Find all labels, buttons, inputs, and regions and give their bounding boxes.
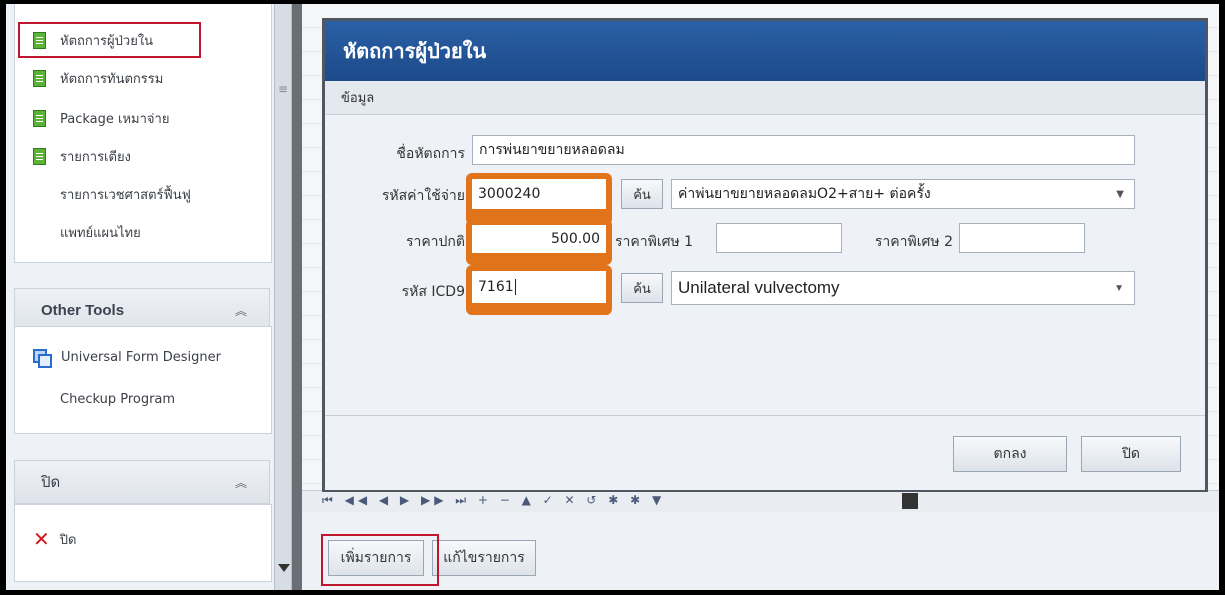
collapse-icon[interactable]: ︽ [235,474,247,491]
sidebar-item-label: Package เหมาจ่าย [60,111,170,127]
expense-select[interactable]: ค่าพ่นยาขยายหลอดลมO2+สาย+ ต่อครั้ง ▼ [671,179,1135,209]
sidebar-item-package[interactable]: Package เหมาจ่าย [33,106,169,130]
dropdown-arrow-icon[interactable]: ▼ [1114,283,1124,294]
dialog-body: ชื่อหัตถการ การพ่นยาขยายหลอดลม รหัสค่าใช… [325,115,1205,415]
app-window: หัตถการผู้ป่วยใน หัตถการทันตกรรม Package… [6,4,1219,590]
sidebar-item-beds[interactable]: รายการเตียง [33,144,131,168]
special-price-1-input[interactable] [716,223,842,253]
close-panel-title: ปิด [41,474,61,491]
other-tools-title: Other Tools [41,301,125,319]
icd9-highlight: 7161 [466,265,612,315]
expense-code-input[interactable]: 3000240 [472,179,606,209]
document-icon [33,147,46,165]
sidebar-item-thai-medicine[interactable]: แพทย์แผนไทย [60,220,141,244]
sidebar-item-label: รายการเวชศาสตร์ฟื้นฟู [60,187,191,203]
procedure-dialog: หัตถการผู้ป่วยใน ข้อมูล ชื่อหัตถการ การพ… [322,18,1208,492]
close-panel: ✕ ปิด [14,504,272,582]
arrow-down-icon[interactable] [278,564,290,572]
icd9-input[interactable]: 7161 [472,271,606,303]
grid-navigator[interactable]: ⏮ ◀◀ ◀ ▶ ▶▶ ⏭ + − ▲ ✓ ✕ ↺ ✱ ✱ ▼ [302,490,1219,513]
expense-code-label: รหัสค่าใช้จ่าย [381,188,465,204]
icd9-select[interactable]: Unilateral vulvectomy ▼ [671,271,1135,305]
dialog-title: หัตถการผู้ป่วยใน [325,21,1205,81]
add-button-highlight [321,534,439,586]
close-panel-header[interactable]: ปิด ︽ [14,460,270,504]
normal-price-label: ราคาปกติ [405,234,465,250]
sidebar-item-label: รายการเตียง [60,149,131,165]
scroll-thumb[interactable] [902,493,918,509]
close-icon: ✕ [33,527,50,551]
sidebar-item-close[interactable]: ✕ ปิด [33,527,76,551]
sidebar: หัตถการผู้ป่วยใน หัตถการทันตกรรม Package… [6,4,274,590]
splitter[interactable]: ≡ [274,4,292,590]
special-price-1-label: ราคาพิเศษ 1 [615,234,694,250]
sidebar-item-universal-form-designer[interactable]: Universal Form Designer [33,345,221,369]
sidebar-item-label: หัตถการทันตกรรม [60,71,164,87]
bottom-toolbar: เพิ่มรายการ แก้ไขรายการ [302,512,1219,590]
grip-icon: ≡ [278,82,289,96]
navigator-buttons[interactable]: ⏮ ◀◀ ◀ ▶ ▶▶ ⏭ + − ▲ ✓ ✕ ↺ ✱ ✱ ▼ [322,493,665,508]
expense-search-button[interactable]: ค้น [621,179,663,209]
sidebar-item-checkup-program[interactable]: Checkup Program [60,387,175,411]
sidebar-item-rehab[interactable]: รายการเวชศาสตร์ฟื้นฟู [60,182,191,206]
dropdown-arrow-icon[interactable]: ▼ [1116,189,1124,200]
sidebar-item-label: แพทย์แผนไทย [60,225,141,241]
edit-item-button[interactable]: แก้ไขรายการ [432,540,536,576]
other-tools-panel: Universal Form Designer Checkup Program [14,326,272,434]
icd9-search-button[interactable]: ค้น [621,273,663,303]
sidebar-item-label: ปิด [59,532,77,548]
normal-price-input[interactable]: 500.00 [472,225,606,253]
close-button[interactable]: ปิด [1081,436,1181,472]
document-icon [33,109,46,127]
procedure-name-label: ชื่อหัตถการ [396,146,465,162]
normal-price-highlight: 500.00 [466,219,612,265]
dialog-footer: ตกลง ปิด [325,415,1205,490]
tab-info[interactable]: ข้อมูล [325,81,1205,115]
selection-highlight [18,22,201,58]
divider [292,4,302,590]
sidebar-item-label: Universal Form Designer [61,349,221,365]
sidebar-item-label: Checkup Program [60,391,176,407]
special-price-2-label: ราคาพิเศษ 2 [874,234,953,250]
icd9-label: รหัส ICD9 [401,284,465,300]
sidebar-item-dental-procedure[interactable]: หัตถการทันตกรรม [33,66,163,90]
ok-button[interactable]: ตกลง [953,436,1067,472]
document-icon [33,69,46,87]
expense-code-highlight: 3000240 [466,173,612,225]
procedure-name-input[interactable]: การพ่นยาขยายหลอดลม [472,135,1135,165]
collapse-icon[interactable]: ︽ [235,302,247,319]
special-price-2-input[interactable] [959,223,1085,253]
expense-select-value: ค่าพ่นยาขยายหลอดลมO2+สาย+ ต่อครั้ง [678,186,931,202]
text-cursor [514,279,516,295]
form-designer-icon [33,349,52,368]
icd9-value: 7161 [478,279,514,295]
icd9-select-value: Unilateral vulvectomy [678,278,840,297]
